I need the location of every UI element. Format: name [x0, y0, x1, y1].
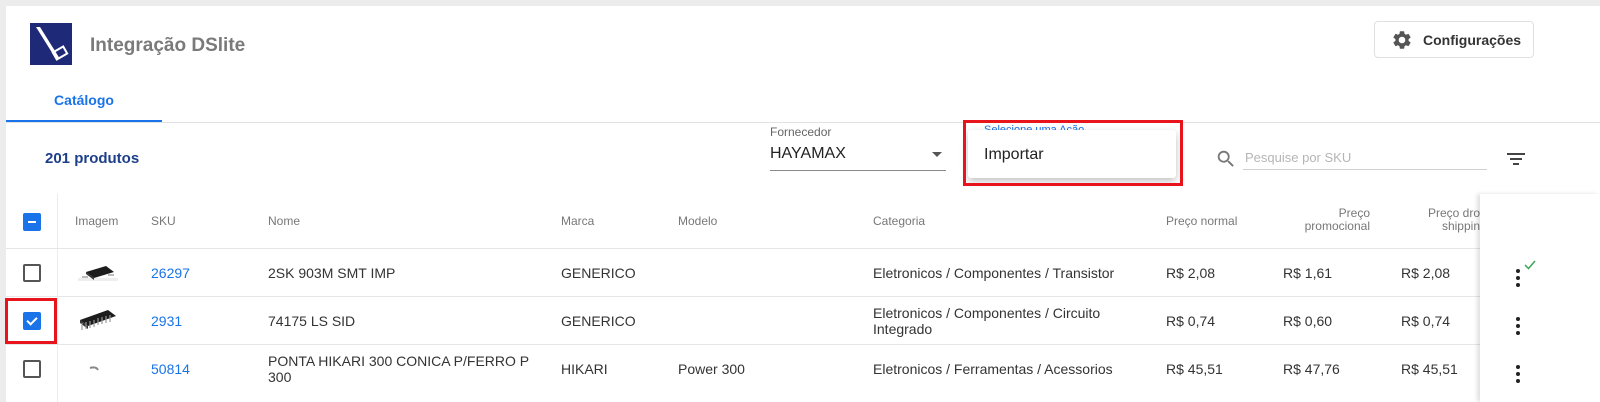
more-vert-icon[interactable] [1514, 364, 1522, 384]
tab-divider [6, 122, 1600, 123]
row-categoria: Eletronicos / Ferramentas / Acessorios [873, 361, 1113, 377]
table-row[interactable]: 2931 74175 LS SID GENERICO Eletronicos /… [6, 296, 1600, 345]
supplier-select-value: HAYAMAX [770, 145, 846, 162]
row-preco-drop: R$ 45,51 [1401, 361, 1458, 377]
gear-icon [1393, 30, 1411, 49]
product-thumbnail [80, 310, 116, 330]
more-vert-icon[interactable] [1514, 268, 1522, 288]
row-preco-normal: R$ 2,08 [1166, 265, 1216, 281]
filter-icon[interactable] [1506, 152, 1526, 166]
row-marca: HIKARI [561, 361, 608, 377]
row-checkbox[interactable] [23, 264, 41, 282]
product-thumbnail [78, 266, 118, 281]
row-checkbox[interactable] [23, 360, 41, 378]
row-nome: 74175 LS SID [268, 313, 356, 329]
row-nome: 2SK 903M SMT IMP [268, 265, 396, 281]
synced-check-icon [1524, 260, 1536, 270]
row-marca: GENERICO [561, 313, 636, 329]
row-sku-link[interactable]: 50814 [151, 361, 190, 377]
supplier-label: Fornecedor [770, 125, 832, 139]
product-count: 201 produtos [45, 150, 140, 167]
tab-catalogo[interactable]: Catálogo [6, 84, 162, 122]
row-sku-link[interactable]: 2931 [151, 313, 182, 329]
table-row[interactable]: 26297 2SK 903M SMT IMP GENERICO Eletroni… [6, 248, 1600, 297]
col-header-modelo: Modelo [678, 214, 718, 228]
row-preco-promocional: R$ 0,60 [1283, 313, 1333, 329]
row-categoria: Eletronicos / Componentes / Circuito Int… [873, 305, 1101, 337]
row-preco-normal: R$ 0,74 [1166, 313, 1216, 329]
app-title: Integração DSlite [90, 35, 246, 56]
action-dropdown-menu: Importar [968, 130, 1176, 178]
app-logo [30, 23, 72, 65]
action-option-importar[interactable]: Importar [984, 146, 1044, 164]
row-preco-drop: R$ 2,08 [1401, 265, 1451, 281]
col-header-marca: Marca [561, 214, 595, 228]
row-preco-normal: R$ 45,51 [1166, 361, 1223, 377]
col-header-categoria: Categoria [873, 214, 926, 228]
select-all-checkbox[interactable] [23, 213, 41, 231]
row-modelo: Power 300 [678, 361, 745, 377]
settings-button-label: Configurações [1423, 31, 1522, 48]
col-header-preco-promocional-l2: promocional [1304, 219, 1370, 233]
supplier-select[interactable]: HAYAMAX [770, 144, 946, 171]
row-preco-promocional: R$ 47,76 [1283, 361, 1340, 377]
table-row[interactable]: 50814 PONTA HIKARI 300 CONICA P/FERRO P … [6, 344, 1600, 393]
product-thumbnail [89, 366, 99, 371]
search-input[interactable] [1243, 146, 1487, 170]
settings-button[interactable]: Configurações [1374, 21, 1534, 58]
col-header-nome: Nome [268, 214, 301, 228]
tab-catalogo-label: Catálogo [54, 92, 114, 108]
row-categoria: Eletronicos / Componentes / Transistor [873, 265, 1115, 281]
table-header: Imagem SKU Nome Marca Modelo Categoria P… [6, 194, 1480, 248]
row-actions-column [1480, 194, 1600, 402]
row-sku-link[interactable]: 26297 [151, 265, 190, 281]
col-header-imagem: Imagem [75, 214, 119, 228]
col-header-preco-drop: Preço dro shippin [1406, 207, 1480, 233]
col-header-preco-normal: Preço normal [1166, 214, 1238, 228]
row-preco-promocional: R$ 1,61 [1283, 265, 1333, 281]
row-preco-drop: R$ 0,74 [1401, 313, 1451, 329]
products-table: Imagem SKU Nome Marca Modelo Categoria P… [6, 194, 1600, 402]
search-icon [1217, 150, 1234, 167]
row-nome: PONTA HIKARI 300 CONICA P/FERRO P 300 [268, 353, 529, 385]
row-checkbox[interactable] [23, 312, 41, 330]
col-header-preco-drop-l2: shippin [1441, 219, 1480, 233]
row-marca: GENERICO [561, 265, 636, 281]
app-window: Integração DSlite Configurações Catálogo… [5, 6, 1600, 402]
col-header-sku: SKU [151, 214, 176, 228]
more-vert-icon[interactable] [1514, 316, 1522, 336]
dropdown-arrow-icon [932, 152, 942, 157]
col-header-preco-promocional: Preço promocional [1296, 207, 1370, 233]
